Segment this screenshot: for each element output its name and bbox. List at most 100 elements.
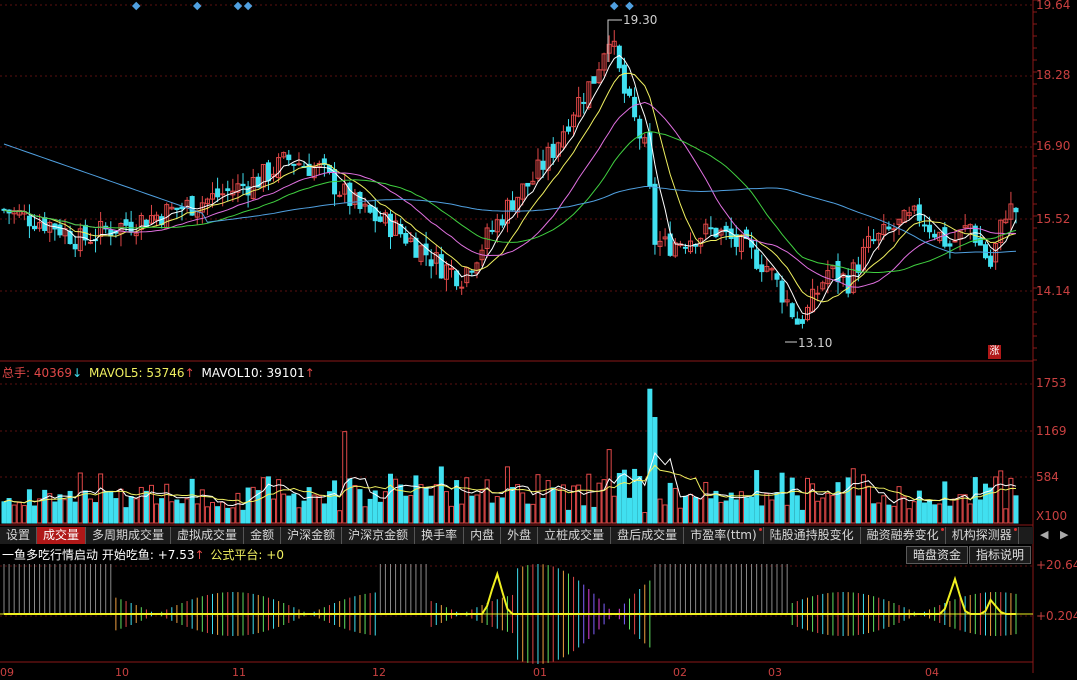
volume-bar — [281, 493, 287, 524]
tab-10[interactable]: 立桩成交量 — [538, 527, 612, 544]
signal-marker-icon — [625, 1, 634, 11]
volume-bar — [738, 491, 744, 524]
candle-body — [179, 206, 185, 210]
volume-bar — [459, 503, 465, 524]
date-axis-label: 04 — [925, 666, 939, 679]
volume-bar — [891, 505, 897, 524]
volume-bar — [515, 484, 521, 524]
tab-6[interactable]: 沪深京金额 — [342, 527, 416, 544]
tab-1[interactable]: 成交量 — [37, 527, 87, 544]
volume-bar — [993, 476, 999, 524]
mavol10-line — [3, 464, 1017, 504]
volume-bar — [840, 492, 846, 524]
volume-bar — [581, 505, 587, 524]
volume-bar — [713, 490, 719, 524]
candle-body — [779, 280, 785, 303]
candle-body — [921, 224, 927, 227]
tab-5[interactable]: 沪深金额 — [281, 527, 343, 544]
tab-label: 金额 — [250, 528, 275, 542]
volume-bar — [321, 503, 327, 524]
tab-3[interactable]: 虚拟成交量 — [171, 527, 245, 544]
ma5-line — [3, 54, 1017, 315]
price-axis-label: 16.90 — [1036, 139, 1071, 153]
volume-bar — [357, 489, 363, 524]
limit-up-badge[interactable]: 涨 — [988, 345, 1001, 359]
volume-bar — [835, 482, 841, 524]
candle-body — [174, 207, 180, 210]
volume-bar — [881, 495, 887, 524]
volume-bar — [82, 490, 88, 524]
volume-bar — [708, 498, 714, 524]
indicator-title[interactable]: 一鱼多吃行情启动 — [2, 548, 98, 562]
candle-body — [799, 319, 805, 324]
volume-bar — [113, 498, 119, 524]
tab-next-arrow-icon[interactable]: ▶ — [1060, 528, 1068, 541]
volume-bar — [21, 505, 27, 524]
candle-body — [886, 226, 892, 230]
candle-body — [988, 255, 994, 267]
tab-2[interactable]: 多周期成交量 — [86, 527, 172, 544]
volume-bar — [662, 504, 668, 524]
volume-bar — [179, 503, 185, 524]
volume-bar — [169, 501, 175, 524]
volume-bar — [387, 473, 393, 524]
volume-legend: 总手: 40369↓ MAVOL5: 53746↑ MAVOL10: 39101… — [2, 366, 315, 380]
volume-bar — [138, 486, 144, 524]
candle-body — [591, 76, 597, 84]
volume-bar — [906, 508, 912, 524]
tab-11[interactable]: 盘后成交量 — [611, 527, 685, 544]
mavol5-value: 53746 — [146, 366, 185, 380]
candle-body — [794, 318, 800, 325]
tab-9[interactable]: 外盘 — [501, 527, 539, 544]
volume-bar — [764, 493, 770, 524]
volume-bar — [220, 501, 226, 524]
tab-label: 虚拟成交量 — [177, 528, 238, 542]
tab-12[interactable]: 市盈率(ttm) — [684, 527, 764, 544]
tab-7[interactable]: 换手率 — [415, 527, 465, 544]
volume-bar — [621, 469, 627, 524]
volume-bar — [6, 498, 12, 524]
date-axis-label: 01 — [533, 666, 547, 679]
volume-bar — [154, 503, 160, 524]
volume-bar — [820, 497, 826, 524]
chart-canvas[interactable] — [0, 0, 1077, 673]
signal-marker-icon — [243, 1, 253, 11]
tab-label: 陆股通持股变化 — [769, 528, 854, 542]
tab-13[interactable]: 陆股通持股变化 — [764, 527, 861, 544]
volume-bar — [652, 417, 658, 524]
volume-bar — [11, 504, 17, 524]
ma20-line — [3, 101, 1017, 288]
candle-body — [72, 243, 78, 250]
volume-bar — [408, 495, 414, 524]
volume-bar — [1003, 508, 1009, 524]
dark-fund-button[interactable]: 暗盘资金 — [906, 546, 969, 564]
tab-8[interactable]: 内盘 — [464, 527, 502, 544]
volume-bar — [550, 487, 556, 524]
volume-bar — [769, 499, 775, 524]
tab-14[interactable]: 融资融券变化 — [861, 527, 946, 544]
volume-bar — [52, 501, 58, 524]
volume-bar — [377, 501, 383, 524]
volume-bar — [794, 495, 800, 524]
up-arrow-icon: ↑ — [304, 366, 315, 380]
indicator-help-button[interactable]: 指标说明 — [969, 546, 1032, 564]
candle-body — [632, 96, 638, 118]
candle-body — [708, 227, 714, 230]
tab-label: 市盈率(ttm) — [690, 528, 757, 542]
volume-axis-label: 1753 — [1036, 376, 1067, 390]
tab-15[interactable]: 机构探测器 — [946, 527, 1019, 544]
volume-bar — [235, 492, 241, 524]
candle-body — [510, 200, 516, 211]
volume-bar — [311, 494, 317, 524]
volume-bar — [627, 497, 633, 524]
volume-bar — [438, 466, 444, 524]
volume-bar — [789, 477, 795, 524]
tab-0[interactable]: 设置 — [0, 527, 38, 544]
candle-body — [682, 246, 688, 249]
candle-body — [627, 88, 633, 96]
mavol10-label: MAVOL10: — [201, 366, 263, 380]
tab-4[interactable]: 金额 — [244, 527, 282, 544]
volume-bar — [403, 495, 409, 524]
tab-prev-arrow-icon[interactable]: ◀ — [1040, 528, 1048, 541]
start-label: 开始吃鱼: — [101, 548, 154, 562]
